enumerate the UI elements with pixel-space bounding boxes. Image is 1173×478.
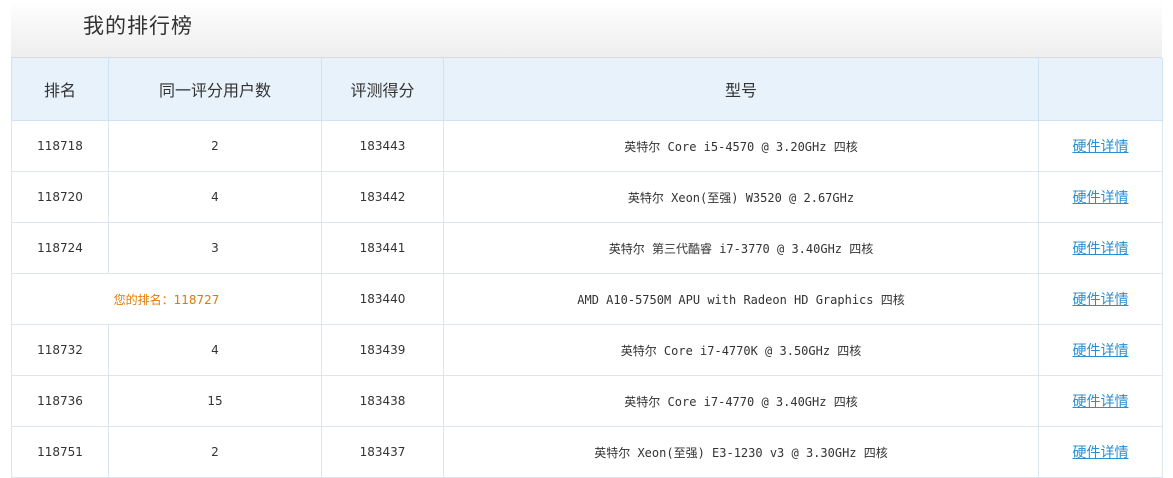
table-row: 118718 2 183443 英特尔 Core i5-4570 @ 3.20G… [11,120,1163,172]
column-header-model: 型号 [443,58,1039,121]
model-cell: 英特尔 第三代酷睿 i7-3770 @ 3.40GHz 四核 [443,222,1039,274]
hardware-details-link[interactable]: 硬件详情 [1073,343,1129,359]
model-cell: 英特尔 Xeon(至强) W3520 @ 2.67GHz [443,171,1039,223]
same-users-cell: 3 [108,222,322,274]
column-header-rank: 排名 [11,58,109,121]
table-header-row: 排名 同一评分用户数 评测得分 型号 [11,58,1163,121]
score-cell: 183443 [321,120,444,172]
action-cell: 硬件详情 [1038,375,1163,427]
action-cell: 硬件详情 [1038,120,1163,172]
rank-cell: 118736 [11,375,109,427]
hardware-details-link[interactable]: 硬件详情 [1073,139,1129,155]
rank-cell: 118720 [11,171,109,223]
model-cell: 英特尔 Core i7-4770K @ 3.50GHz 四核 [443,324,1039,376]
action-cell: 硬件详情 [1038,273,1163,325]
action-cell: 硬件详情 [1038,171,1163,223]
rank-cell: 118724 [11,222,109,274]
leaderboard-panel: 我的排行榜 排名 同一评分用户数 评测得分 型号 118718 2 183443 [11,0,1163,478]
leaderboard-table: 排名 同一评分用户数 评测得分 型号 118718 2 183443 英特尔 C… [11,58,1163,478]
same-users-cell: 4 [108,324,322,376]
model-cell: 英特尔 Core i7-4770 @ 3.40GHz 四核 [443,375,1039,427]
hardware-details-link[interactable]: 硬件详情 [1073,292,1129,308]
action-cell: 硬件详情 [1038,222,1163,274]
table-row: 118751 2 183437 英特尔 Xeon(至强) E3-1230 v3 … [11,426,1163,478]
same-users-cell: 15 [108,375,322,427]
column-header-score: 评测得分 [321,58,444,121]
score-cell: 183441 [321,222,444,274]
score-cell: 183440 [321,273,444,325]
hardware-details-link[interactable]: 硬件详情 [1073,190,1129,206]
title-bar: 我的排行榜 [11,0,1162,58]
score-cell: 183437 [321,426,444,478]
same-users-cell: 2 [108,120,322,172]
table-row: 118724 3 183441 英特尔 第三代酷睿 i7-3770 @ 3.40… [11,222,1163,274]
model-cell: 英特尔 Core i5-4570 @ 3.20GHz 四核 [443,120,1039,172]
table-row: 118732 4 183439 英特尔 Core i7-4770K @ 3.50… [11,324,1163,376]
your-rank-row: 您的排名：118727 183440 AMD A10-5750M APU wit… [11,273,1163,325]
same-users-cell: 2 [108,426,322,478]
your-rank-cell: 您的排名：118727 [11,273,322,325]
hardware-details-link[interactable]: 硬件详情 [1073,445,1129,461]
hardware-details-link[interactable]: 硬件详情 [1073,394,1129,410]
model-cell: 英特尔 Xeon(至强) E3-1230 v3 @ 3.30GHz 四核 [443,426,1039,478]
table-row: 118720 4 183442 英特尔 Xeon(至强) W3520 @ 2.6… [11,171,1163,223]
table-row: 118736 15 183438 英特尔 Core i7-4770 @ 3.40… [11,375,1163,427]
score-cell: 183442 [321,171,444,223]
score-cell: 183438 [321,375,444,427]
column-header-actions [1038,58,1163,121]
same-users-cell: 4 [108,171,322,223]
rank-cell: 118751 [11,426,109,478]
column-header-same-users: 同一评分用户数 [108,58,322,121]
model-cell: AMD A10-5750M APU with Radeon HD Graphic… [443,273,1039,325]
score-cell: 183439 [321,324,444,376]
rank-cell: 118718 [11,120,109,172]
action-cell: 硬件详情 [1038,324,1163,376]
action-cell: 硬件详情 [1038,426,1163,478]
rank-cell: 118732 [11,324,109,376]
hardware-details-link[interactable]: 硬件详情 [1073,241,1129,257]
page-title: 我的排行榜 [83,14,193,38]
